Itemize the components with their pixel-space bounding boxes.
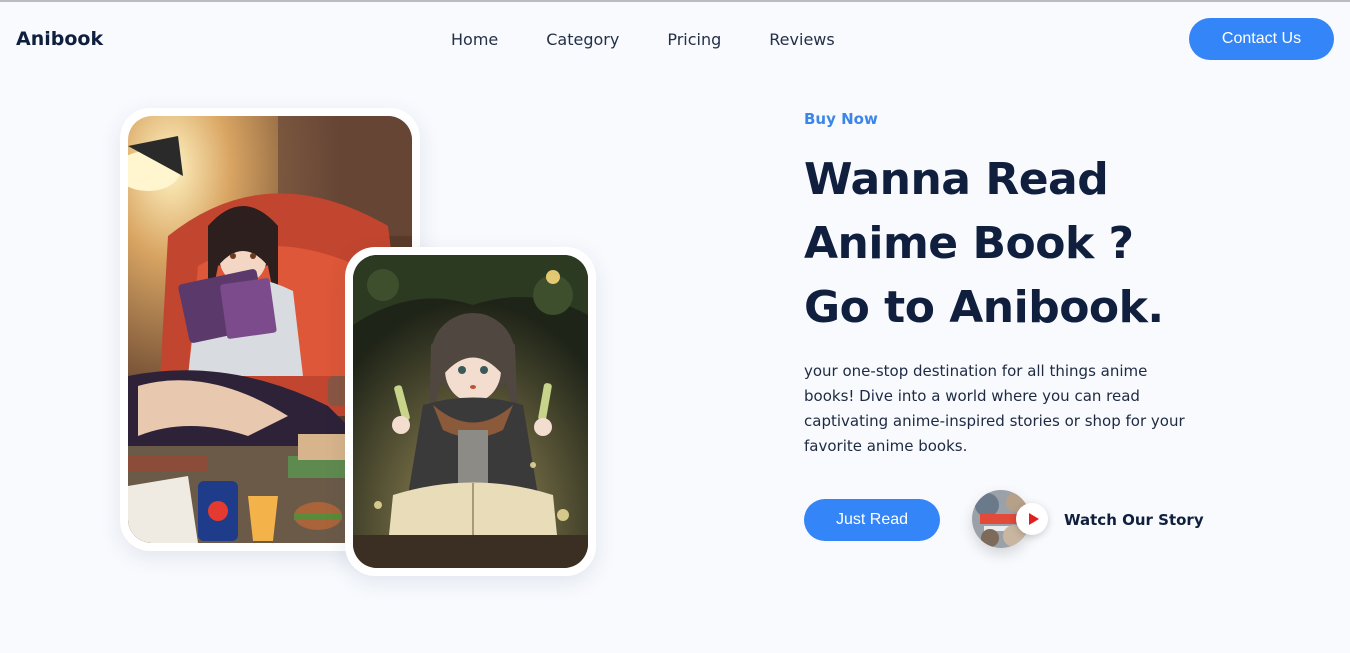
top-navbar: Anibook Home Category Pricing Reviews Co…	[0, 2, 1350, 80]
nav-reviews-link[interactable]: Reviews	[769, 30, 834, 49]
contact-us-button[interactable]: Contact Us	[1189, 18, 1334, 60]
watch-story-label: Watch Our Story	[1064, 511, 1204, 529]
headline-line-3: Go to Anibook.	[804, 282, 1164, 333]
play-icon[interactable]	[1016, 503, 1048, 535]
brand-logo[interactable]: Anibook	[16, 28, 103, 50]
nav-home-link[interactable]: Home	[451, 30, 498, 49]
hero-text: Buy Now Wanna Read Anime Book ? Go to An…	[804, 110, 1224, 340]
just-read-button[interactable]: Just Read	[804, 499, 940, 541]
hero-image-card-secondary	[345, 247, 596, 576]
watch-story-button[interactable]: Watch Our Story	[972, 490, 1212, 550]
buy-now-link[interactable]: Buy Now	[804, 110, 1224, 128]
nav-pricing-link[interactable]: Pricing	[667, 30, 721, 49]
headline-line-1: Wanna Read	[804, 154, 1109, 205]
play-triangle	[1028, 513, 1039, 525]
main-menu: Home Category Pricing Reviews	[451, 30, 835, 49]
headline-line-2: Anime Book ?	[804, 218, 1134, 269]
anime-library-illustration	[353, 255, 588, 568]
hero-description: your one-stop destination for all things…	[804, 362, 1185, 455]
hero-headline: Wanna Read Anime Book ? Go to Anibook.	[804, 148, 1224, 340]
nav-category-link[interactable]: Category	[546, 30, 619, 49]
